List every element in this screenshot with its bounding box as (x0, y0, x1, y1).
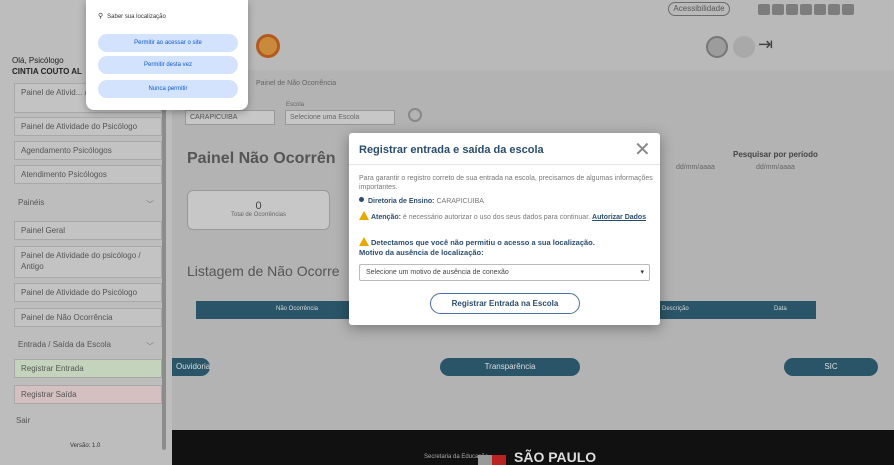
logout-icon[interactable]: ⇥ (758, 34, 780, 56)
allow-on-visit-button[interactable]: Permitir ao acessar o site (98, 34, 238, 52)
app-version: Versão: 1.0 (70, 443, 101, 449)
register-entry-button[interactable]: Registrar Entrada na Escola (430, 293, 580, 314)
breadcrumb: Painel de Não Ocorrência (256, 80, 337, 87)
allow-once-button[interactable]: Permitir desta vez (98, 56, 238, 74)
sidebar-item-registrar-entrada[interactable]: Registrar Entrada (14, 359, 162, 378)
location-permission-popup: ⚲ Saber sua localização Permitir ao acess… (86, 0, 248, 110)
sidebar-group-paineis[interactable]: Painéis ﹀ (14, 195, 162, 210)
chevron-down-icon: ▾ (640, 269, 644, 276)
transparencia-link[interactable]: Transparência (440, 358, 580, 376)
th-nao-ocorrencia: Não Ocorrência (276, 306, 319, 312)
sidebar-group-entrada-saida[interactable]: Entrada / Saída da Escola ﹀ (14, 337, 162, 352)
sidebar-item-registrar-saida[interactable]: Registrar Saída (14, 385, 162, 404)
list-title: Listagem de Não Ocorre (187, 263, 340, 279)
accessibility-b-icon[interactable] (772, 4, 784, 15)
sidebar-group-label: Painéis (18, 198, 45, 207)
modal-attention: Atenção: é necessário autorizar o uso do… (359, 211, 654, 222)
accessibility-c-icon[interactable] (786, 4, 798, 15)
modal-divider (349, 164, 660, 165)
reason-select[interactable]: Selecione um motivo de ausência de conex… (359, 264, 650, 281)
warning-icon (359, 211, 369, 220)
accessibility-a-icon[interactable] (758, 4, 770, 15)
accessibility-f-icon[interactable] (828, 4, 840, 15)
modal-diretoria: Diretoria de Ensino: CARAPICUIBA (359, 197, 654, 206)
diretoria-label: Diretoria de Ensino: (368, 198, 435, 205)
sidebar-item-painel-psicologo[interactable]: Painel de Atividade do Psicólogo (14, 117, 162, 136)
page-title: Painel Não Ocorrên (187, 150, 336, 167)
count-value: 0 (255, 200, 262, 212)
accessibility-d-icon[interactable] (800, 4, 812, 15)
escola-label: Escola (286, 102, 305, 108)
chevron-down-icon: ﹀ (146, 200, 154, 209)
modal-title: Registrar entrada e saída da escola (359, 144, 544, 156)
sp-flag-icon (478, 452, 508, 465)
th-descricao: Descrição (662, 306, 689, 312)
close-icon[interactable]: ✕ (634, 140, 651, 160)
accessibility-icon[interactable] (706, 36, 728, 58)
accessibility-button[interactable]: Acessibilidade (668, 2, 730, 16)
chevron-down-icon: ﹀ (146, 342, 154, 351)
never-allow-button[interactable]: Nunca permitir (98, 80, 238, 98)
period-label: Pesquisar por período (733, 150, 818, 159)
sic-link[interactable]: SIC (784, 358, 878, 376)
sidebar-greeting: Olá, Psicólogo (12, 56, 64, 65)
sidebar-item-painel-geral[interactable]: Painel Geral (14, 221, 162, 240)
count-card: 0 Total de Ocorrências (187, 190, 330, 230)
sidebar-item-sair[interactable]: Sair (12, 413, 160, 428)
location-popup-title: ⚲ Saber sua localização (98, 12, 166, 20)
count-label: Total de Ocorrências (230, 212, 287, 218)
sidebar-user-name: CINTIA COUTO AL (12, 67, 82, 76)
contrast-icon[interactable] (733, 36, 755, 58)
location-warning-text: Detectamos que você não permitiu o acess… (371, 238, 595, 247)
date-to-input[interactable]: dd/mm/aaaa (756, 164, 795, 171)
sidebar-scrollbar[interactable] (162, 80, 166, 450)
accessibility-g-icon[interactable] (842, 4, 854, 15)
bullet-icon (359, 197, 364, 202)
accessibility-e-icon[interactable] (814, 4, 826, 15)
location-popup-title-text: Saber sua localização (107, 14, 166, 20)
sidebar-group-label: Entrada / Saída da Escola (18, 340, 111, 349)
brand-logo-icon (256, 34, 280, 58)
sidebar-item-painel-psicologo-antigo[interactable]: Painel de Atividade do psicólogo / Antig… (14, 246, 162, 278)
location-warning: Detectamos que você não permitiu o acess… (359, 237, 654, 248)
register-entry-modal: Registrar entrada e saída da escola ✕ Pa… (349, 133, 660, 325)
diretoria-select[interactable]: CARAPICUIBA (185, 110, 275, 125)
diretoria-value: CARAPICUIBA (436, 198, 484, 205)
search-icon[interactable] (408, 108, 422, 122)
accessibility-toolbar (758, 4, 854, 15)
reason-select-value: Selecione um motivo de ausência de conex… (366, 269, 509, 276)
footer-state: SÃO PAULO (514, 449, 597, 465)
sidebar-item-painel-atividade[interactable]: Painel de Atividade do Psicólogo (14, 283, 162, 302)
sidebar-item-agendamento[interactable]: Agendamento Psicólogos (14, 141, 162, 160)
modal-intro: Para garantir o registro correto de sua … (359, 175, 653, 191)
authorize-data-link[interactable]: Autorizar Dados (592, 214, 646, 221)
location-pin-icon: ⚲ (98, 13, 104, 20)
sidebar-item-atendimento[interactable]: Atendimento Psicólogos (14, 165, 162, 184)
th-data: Data (774, 306, 787, 312)
attention-label: Atenção: (371, 214, 401, 221)
warning-icon (359, 237, 369, 246)
attention-text: é necessário autorizar o uso dos seus da… (402, 214, 591, 221)
date-from-input[interactable]: dd/mm/aaaa (676, 164, 715, 171)
reason-label: Motivo da ausência de localização: (359, 248, 484, 257)
escola-select[interactable]: Selecione uma Escola (285, 110, 395, 125)
sidebar-item-nao-ocorrencia[interactable]: Painel de Não Ocorrência (14, 308, 162, 327)
